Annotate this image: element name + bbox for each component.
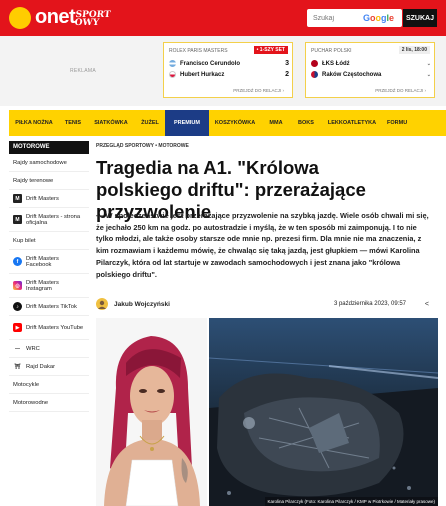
- publish-date: 3 października 2023, 09:57: [333, 301, 406, 307]
- sidebar-item-label: Drift Masters: [26, 195, 59, 202]
- sidebar-item-motorowodne[interactable]: Motorowodne: [9, 394, 89, 412]
- youtube-icon: ▶: [13, 323, 22, 332]
- section-logo-sportowy[interactable]: SPORT OWY: [74, 10, 111, 28]
- photo-caption: Karolina Pilarczyk (Foto: Karolina Pilar…: [264, 497, 438, 506]
- sidebar-item-label: Drift Masters TikTok: [26, 303, 77, 310]
- author-avatar[interactable]: [96, 298, 108, 310]
- nav-item-pilka-nozna[interactable]: PIŁKA NOŻNA: [9, 110, 59, 136]
- player-name: Hubert Hurkacz: [180, 71, 225, 78]
- scorecard-player-row: Francisco Cerundolo 3: [169, 60, 289, 67]
- top-header: onet SPORT OWY Google SZUKAJ: [0, 0, 446, 36]
- facebook-icon: f: [13, 257, 22, 266]
- live-badge: • 1-SZY SET: [253, 46, 288, 54]
- sidebar-item-wrc[interactable]: — WRC: [9, 340, 89, 358]
- scorecard-team-row: Raków Częstochowa ⌄: [311, 71, 431, 78]
- instagram-icon: ◎: [13, 281, 22, 290]
- article-photo-portrait: [96, 318, 207, 506]
- sidebar-item-label: Motocykle: [13, 381, 40, 388]
- scorecard-relation-link[interactable]: PRZEJDŹ DO RELACJI ›: [375, 88, 426, 93]
- sidebar-item-facebook[interactable]: f Drift Masters Facebook: [9, 250, 89, 274]
- share-icon[interactable]: <: [425, 301, 429, 308]
- nav-item-premium[interactable]: PREMIUM: [165, 110, 209, 136]
- drift-masters-logo-icon: M: [13, 215, 22, 224]
- nav-item-lekkoatletyka[interactable]: LEKKOATLETYKA: [321, 110, 383, 136]
- player-name: Francisco Cerundolo: [180, 60, 241, 67]
- chevron-down-icon: ⌄: [426, 71, 431, 78]
- team-name: Raków Częstochowa: [322, 71, 382, 78]
- team-name: ŁKS Łódź: [322, 60, 350, 67]
- poland-flag-icon: [169, 71, 176, 78]
- sidebar-item-label: Drift Masters Facebook: [26, 255, 59, 268]
- sidebar-item-rajdy-terenowe[interactable]: Rajdy terenowe: [9, 172, 89, 190]
- sidebar-item-youtube[interactable]: ▶ Drift Masters YouTube: [9, 316, 89, 340]
- player-score: 2: [285, 71, 289, 78]
- sidebar-menu: MOTOROWE Rajdy samochodowe Rajdy terenow…: [9, 141, 89, 412]
- nav-item-mma[interactable]: MMA: [261, 110, 291, 136]
- sidebar-item-label: Rajd Dakar: [26, 363, 55, 370]
- argentina-flag-icon: [169, 60, 176, 67]
- tiktok-icon: ♪: [13, 302, 22, 311]
- dakar-logo-icon: ⛩: [14, 363, 21, 370]
- scorecard-competition: ROLEX PARIS MASTERS: [169, 48, 228, 54]
- chevron-down-icon: ⌄: [426, 60, 431, 67]
- sidebar-item-label: Rajdy samochodowe: [13, 159, 67, 166]
- nav-item-zuzel[interactable]: ŻUŻEL: [135, 110, 165, 136]
- article-photo-crash: Karolina Pilarczyk (Foto: Karolina Pilar…: [209, 318, 438, 506]
- sidebar-item-rajdy-samochodowe[interactable]: Rajdy samochodowe: [9, 154, 89, 172]
- nav-item-tenis[interactable]: TENIS: [59, 110, 87, 136]
- nav-item-formula[interactable]: FORMU: [383, 110, 413, 136]
- article-lead: — W społeczeństwie jest przerażające prz…: [96, 211, 429, 279]
- search-input[interactable]: [313, 14, 361, 22]
- scorecard-team-row: ŁKS Łódź ⌄: [311, 60, 431, 67]
- search-button[interactable]: SZUKAJ: [403, 9, 437, 27]
- author-row: Jakub Wojczyński 3 października 2023, 09…: [96, 296, 434, 312]
- sidebar-item-label: Drift Masters YouTube: [26, 324, 84, 331]
- nav-item-koszykowka[interactable]: KOSZYKÓWKA: [209, 110, 261, 136]
- portrait-illustration: [96, 318, 207, 506]
- sport-nav-bar: PIŁKA NOŻNA TENIS SIATKÓWKA ŻUŻEL PREMIU…: [9, 110, 446, 136]
- scorecard-competition: PUCHAR POLSKI: [311, 48, 352, 54]
- scorecard-player-row: Hubert Hurkacz 2: [169, 71, 289, 78]
- sidebar-item-label: Rajdy terenowe: [13, 177, 54, 184]
- sidebar-item-label: Drift Masters - strona oficjalna: [26, 213, 81, 226]
- drift-masters-logo-icon: M: [13, 194, 22, 203]
- player-score: 3: [285, 60, 289, 67]
- google-logo: Google: [363, 13, 395, 23]
- onet-logo[interactable]: onet: [9, 6, 76, 29]
- breadcrumb[interactable]: PRZEGLĄD SPORTOWY • MOTOROWE: [96, 143, 189, 149]
- wrc-logo-icon: —: [15, 345, 20, 352]
- ad-label: REKLAMA: [70, 68, 96, 74]
- sidebar-item-instagram[interactable]: ◎ Drift Masters Instagram: [9, 274, 89, 298]
- sidebar-heading: MOTOROWE: [9, 141, 89, 154]
- sidebar-item-drift-masters-official[interactable]: M Drift Masters - strona oficjalna: [9, 208, 89, 232]
- sidebar-item-drift-masters[interactable]: M Drift Masters: [9, 190, 89, 208]
- sidebar-item-label: Motorowodne: [13, 399, 49, 406]
- sidebar-item-rajd-dakar[interactable]: ⛩ Rajd Dakar: [9, 358, 89, 376]
- scorecard-football[interactable]: PUCHAR POLSKI 2 lis, 18:00 ŁKS Łódź ⌄ Ra…: [305, 42, 435, 98]
- onet-logo-text: onet: [35, 6, 76, 28]
- sidebar-item-label: WRC: [26, 345, 40, 352]
- sidebar-item-kup-bilet[interactable]: Kup bilet: [9, 232, 89, 250]
- author-name[interactable]: Jakub Wojczyński: [114, 301, 170, 308]
- sidebar-item-tiktok[interactable]: ♪ Drift Masters TikTok: [9, 298, 89, 316]
- onet-logo-dot-icon: [9, 6, 31, 29]
- rakow-crest-icon: [311, 71, 318, 78]
- author-avatar-icon: [98, 300, 106, 309]
- sidebar-item-label: Kup bilet: [13, 237, 36, 244]
- section-logo-line2: OWY: [74, 18, 100, 28]
- lks-crest-icon: [311, 60, 318, 67]
- nav-item-siatkowka[interactable]: SIATKÓWKA: [87, 110, 135, 136]
- match-time-badge: 2 lis, 18:00: [398, 46, 430, 54]
- crash-scene-illustration: [209, 318, 438, 506]
- sidebar-item-label: Drift Masters Instagram: [26, 279, 59, 292]
- search-box: Google: [307, 9, 402, 27]
- scorecard-tennis[interactable]: ROLEX PARIS MASTERS • 1-SZY SET Francisc…: [163, 42, 293, 98]
- scorecard-relation-link[interactable]: PRZEJDŹ DO RELACJI ›: [233, 88, 284, 93]
- sidebar-item-motocykle[interactable]: Motocykle: [9, 376, 89, 394]
- nav-item-boks[interactable]: BOKS: [291, 110, 321, 136]
